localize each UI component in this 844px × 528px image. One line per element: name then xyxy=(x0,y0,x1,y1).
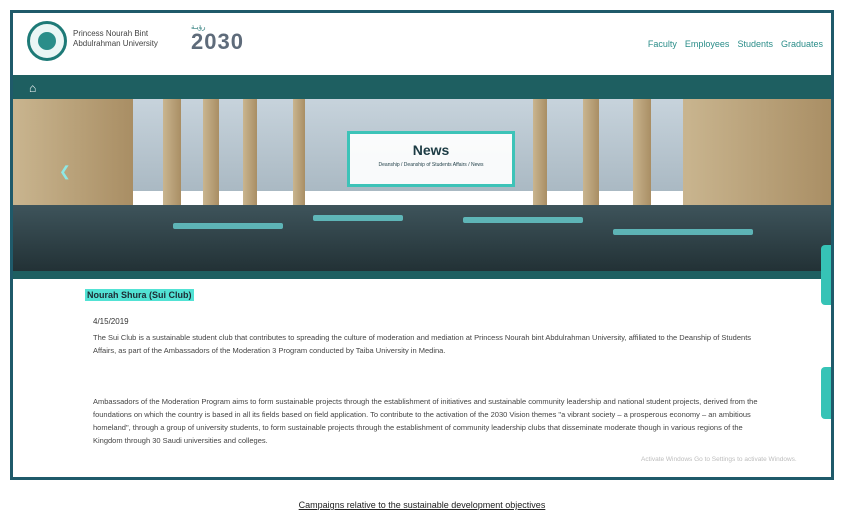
campaigns-link[interactable]: Campaigns relative to the sustainable de… xyxy=(0,500,844,510)
hero-pool xyxy=(13,205,831,279)
nav-students[interactable]: Students xyxy=(737,39,773,49)
home-icon[interactable]: ⌂ xyxy=(29,81,36,95)
university-logo-icon[interactable] xyxy=(27,21,67,61)
site-header: Princess Nourah Bint Abdulrahman Univers… xyxy=(13,13,831,76)
article-date: 4/15/2019 xyxy=(93,317,129,326)
article-paragraph-2: Ambassadors of the Moderation Program ai… xyxy=(93,397,758,445)
breadcrumb[interactable]: Deanship / Deanship of Students Affairs … xyxy=(350,162,512,168)
article-paragraph-1: The Sui Club is a sustainable student cl… xyxy=(93,333,752,355)
hero-banner: ⌂ ❮ News Deanship / Deanship of Students… xyxy=(13,75,831,279)
home-bar: ⌂ xyxy=(13,75,831,99)
vision-year: 2030 xyxy=(191,29,244,54)
nav-faculty[interactable]: Faculty xyxy=(648,39,677,49)
windows-activation-watermark: Activate Windows Go to Settings to activ… xyxy=(641,456,797,463)
pool-light xyxy=(313,215,403,221)
nav-employees[interactable]: Employees xyxy=(685,39,730,49)
article-content: Nourah Shura (Sui Club) 4/15/2019 The Su… xyxy=(13,281,831,477)
top-nav: Faculty Employees Students Graduates xyxy=(648,39,823,49)
page-title: News xyxy=(412,142,450,158)
article-title: Nourah Shura (Sui Club) xyxy=(85,289,194,301)
pool-light xyxy=(463,217,583,223)
hero-bottom-strip xyxy=(13,271,831,279)
news-title-box: News Deanship / Deanship of Students Aff… xyxy=(347,131,515,187)
pool-light xyxy=(613,229,753,235)
vision-2030-logo: رؤيـة 2030 xyxy=(191,23,271,67)
browser-frame: Princess Nourah Bint Abdulrahman Univers… xyxy=(10,10,834,480)
pool-light xyxy=(173,223,283,229)
chevron-left-icon[interactable]: ❮ xyxy=(59,163,71,180)
nav-graduates[interactable]: Graduates xyxy=(781,39,823,49)
university-name[interactable]: Princess Nourah Bint Abdulrahman Univers… xyxy=(73,29,183,49)
